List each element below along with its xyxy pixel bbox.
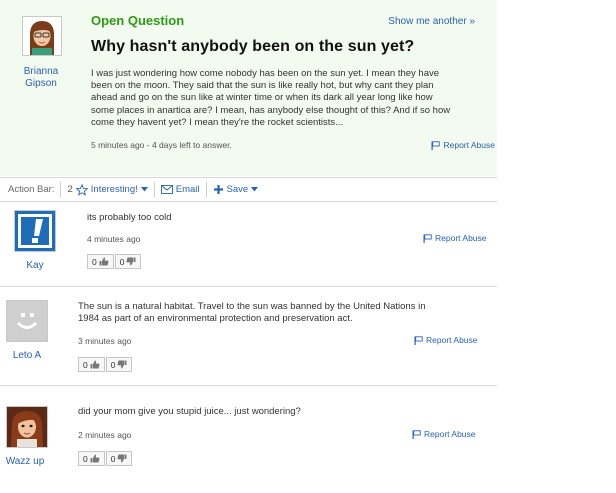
flag-icon xyxy=(431,140,441,150)
question-panel: Brianna Gipson Open Question Show me anot… xyxy=(0,0,497,176)
chevron-down-icon xyxy=(140,187,148,192)
answer-text: its probably too cold xyxy=(87,212,172,223)
plus-icon xyxy=(213,185,223,194)
thumbs-up-count: 0 xyxy=(83,359,88,370)
vote-controls: 0 0 xyxy=(78,357,133,372)
flag-icon xyxy=(423,233,432,243)
chevron-down-icon xyxy=(251,187,259,192)
question-body-line: ahead and go on the sun like at winter t… xyxy=(91,92,433,104)
answer-text-line: The sun is a natural habitat. Travel to … xyxy=(78,301,426,312)
question-body-line: some places in anartica are? I mean, has… xyxy=(91,104,451,116)
email-label[interactable]: Email xyxy=(176,184,200,195)
thumbs-up-count: 0 xyxy=(92,256,97,267)
report-abuse-label[interactable]: Report Abuse xyxy=(426,335,478,345)
thumbs-up-count: 0 xyxy=(83,453,88,464)
interesting-count: 2 xyxy=(67,184,73,195)
open-question-label: Open Question xyxy=(91,13,185,28)
answer-time: 3 minutes ago xyxy=(78,336,132,346)
thumbs-down-button[interactable]: 0 xyxy=(105,357,133,372)
thumbs-down-button[interactable]: 0 xyxy=(114,254,142,269)
answer-text: did your mom give you stupid juice... ju… xyxy=(78,406,301,417)
report-abuse-label[interactable]: Report Abuse xyxy=(424,429,476,439)
answer-report-abuse[interactable]: Report Abuse xyxy=(412,429,476,439)
answerer-avatar[interactable] xyxy=(6,406,48,448)
show-another-link[interactable]: Show me another » xyxy=(388,16,475,27)
email-button[interactable]: Email xyxy=(153,182,206,197)
thumbs-down-icon xyxy=(117,454,127,463)
answerer-avatar[interactable] xyxy=(14,210,56,252)
thumbs-up-button[interactable]: 0 xyxy=(78,357,105,372)
star-icon xyxy=(75,183,88,196)
answer-divider xyxy=(0,286,497,287)
answer-time: 4 minutes ago xyxy=(87,234,141,244)
answer-text-line: 1984 as part of an environmental protect… xyxy=(78,313,353,325)
report-abuse-label[interactable]: Report Abuse xyxy=(435,233,487,243)
answerer-name[interactable]: Wazz up xyxy=(0,456,60,468)
question-body-line: come they havent yet? I mean they're the… xyxy=(91,116,344,128)
report-abuse-label[interactable]: Report Abuse xyxy=(443,140,495,150)
answerer-name[interactable]: Leto A xyxy=(0,350,62,362)
question-body: I was just wondering how come nobody has… xyxy=(91,68,496,129)
vote-controls: 0 0 xyxy=(87,254,142,269)
interesting-label[interactable]: Interesting! xyxy=(91,184,138,195)
answerer-name[interactable]: Kay xyxy=(0,260,70,272)
flag-icon xyxy=(414,335,423,345)
envelope-icon xyxy=(160,185,173,194)
question-report-abuse[interactable]: Report Abuse xyxy=(431,140,495,150)
thumbs-down-button[interactable]: 0 xyxy=(105,451,133,466)
thumbs-up-icon xyxy=(90,454,100,463)
thumbs-down-count: 0 xyxy=(119,256,125,267)
thumbs-down-icon xyxy=(126,257,136,266)
answer-report-abuse[interactable]: Report Abuse xyxy=(414,335,478,345)
vote-controls: 0 0 xyxy=(78,451,133,466)
thumbs-up-button[interactable]: 0 xyxy=(87,254,114,269)
asker-avatar[interactable] xyxy=(22,16,62,56)
thumbs-down-count: 0 xyxy=(110,453,116,464)
thumbs-up-icon xyxy=(99,257,109,266)
thumbs-down-count: 0 xyxy=(110,359,116,370)
action-bar: Action Bar: 2 Interesting! Email Save xyxy=(0,177,497,202)
action-bar-label: Action Bar: xyxy=(8,184,55,195)
answer-text: The sun is a natural habitat. Travel to … xyxy=(78,301,493,325)
question-body-line: I was just wondering how come nobody has… xyxy=(91,68,440,79)
question-title: Why hasn't anybody been on the sun yet? xyxy=(91,38,415,55)
answer-time: 2 minutes ago xyxy=(78,430,132,440)
thumbs-up-button[interactable]: 0 xyxy=(78,451,105,466)
answer-divider xyxy=(0,385,497,386)
answerer-avatar[interactable] xyxy=(6,300,48,342)
asker-name[interactable]: Brianna Gipson xyxy=(6,66,76,90)
asker-name-text[interactable]: Brianna Gipson xyxy=(24,66,58,89)
thumbs-down-icon xyxy=(117,360,127,369)
interesting-button[interactable]: 2 Interesting! xyxy=(60,182,153,197)
save-button[interactable]: Save xyxy=(205,182,265,197)
question-body-line: been on the moon. They said that the sun… xyxy=(91,80,434,92)
save-label[interactable]: Save xyxy=(227,184,249,195)
thumbs-up-icon xyxy=(90,360,100,369)
flag-icon xyxy=(412,429,421,439)
answer-report-abuse[interactable]: Report Abuse xyxy=(423,233,487,243)
question-meta: 5 minutes ago - 4 days left to answer. xyxy=(91,140,232,150)
